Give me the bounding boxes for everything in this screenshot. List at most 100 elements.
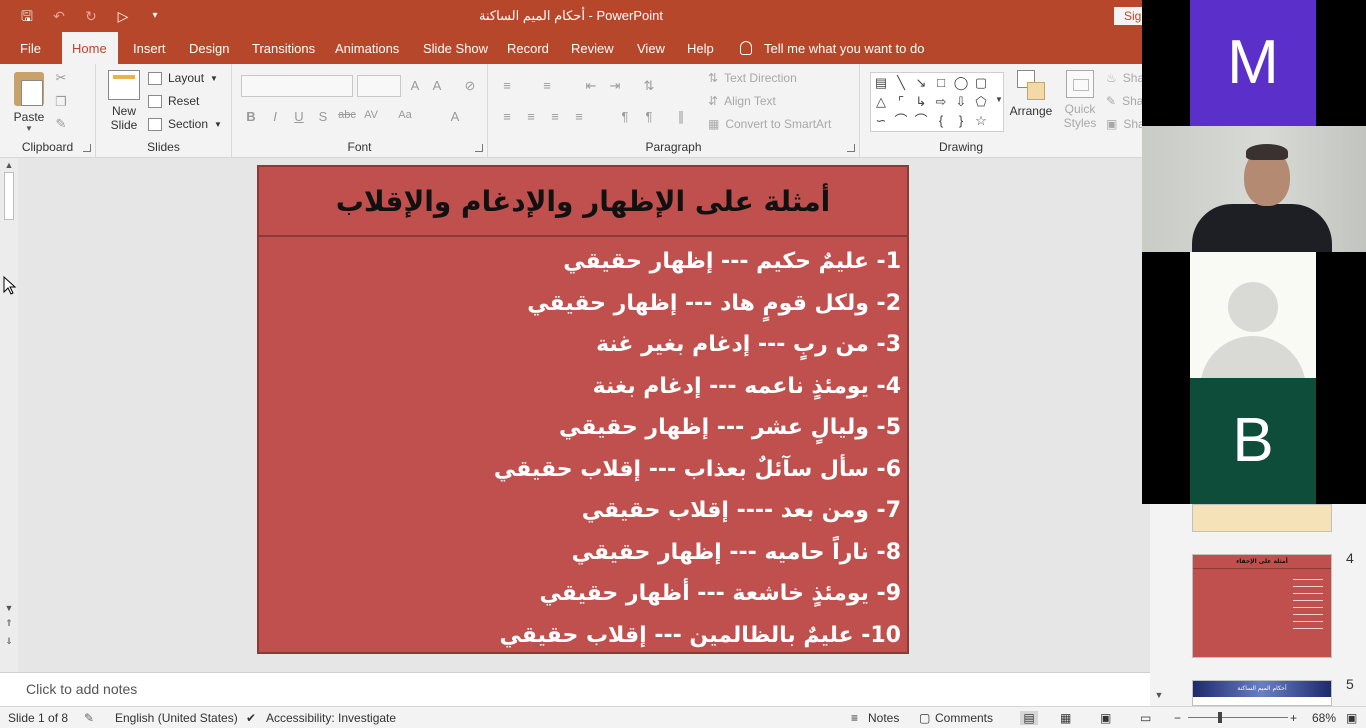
ltr-icon[interactable]: ¶ [616,109,634,124]
paste-button[interactable]: Paste ▼ [12,72,46,133]
connector-shape-icon[interactable]: ⌜ [893,95,909,109]
next-slide-icon[interactable]: ⇓ [2,636,16,647]
language-indicator[interactable]: English (United States) [115,711,238,725]
italic-icon[interactable]: I [266,109,284,124]
tab-file[interactable]: File [10,32,51,64]
oval-shape-icon[interactable]: ◯ [953,76,969,90]
bold-icon[interactable]: B [242,109,260,124]
align-center-icon[interactable]: ≡ [522,109,540,124]
strikethrough-icon[interactable]: abc [338,109,356,121]
font-launcher-icon[interactable] [475,144,483,152]
triangle-shape-icon[interactable]: △ [873,95,889,109]
shape-fill-button[interactable]: ♨ Sha [1106,71,1144,85]
slide-thumbnail-5[interactable]: أحكام الميم الساكنة [1192,680,1332,706]
underline-icon[interactable]: U [290,109,308,124]
curve-shape-icon[interactable]: ⌒ [893,114,909,128]
brace-left-shape-icon[interactable]: { [933,114,949,128]
scrollbar-thumb[interactable] [4,172,14,220]
shape-effects-button[interactable]: ▣ Sha [1106,117,1145,131]
left-scrollbar[interactable]: ▲ [2,160,16,640]
font-name-combo[interactable] [241,75,353,97]
columns-icon[interactable]: ∥ [672,109,690,125]
line-shape-icon[interactable]: ╲ [893,76,909,90]
normal-view-icon[interactable]: ▤ [1020,711,1038,725]
font-color-icon[interactable]: A [446,109,464,124]
tab-record[interactable]: Record [497,32,559,64]
freeform-shape-icon[interactable]: ∽ [873,114,889,128]
shadow-icon[interactable]: S [314,109,332,124]
participant-tile-b[interactable]: B [1190,378,1316,504]
fit-to-window-icon[interactable]: ▣ [1346,711,1357,725]
accessibility-status[interactable]: Accessibility: Investigate [266,711,396,725]
clear-formatting-icon[interactable]: ⊘ [461,78,479,94]
tab-review[interactable]: Review [561,32,624,64]
reset-button[interactable]: Reset [148,94,199,108]
shape-outline-button[interactable]: ✎ Sha [1106,94,1143,108]
quick-styles-button[interactable]: Quick Styles [1060,70,1100,130]
slide-thumbnail-3[interactable] [1192,504,1332,532]
align-text-button[interactable]: ⇵ Align Text [708,94,776,108]
participant-avatar-tile[interactable] [1190,252,1316,378]
copy-icon[interactable]: ❐ [52,94,70,110]
zoom-slider-knob[interactable] [1218,712,1222,723]
participant-camera-tile[interactable] [1142,126,1366,252]
align-left-icon[interactable]: ≡ [498,109,516,124]
reading-view-icon[interactable]: ▣ [1100,711,1111,725]
layout-button[interactable]: Layout ▼ [148,71,218,85]
right-arrow-shape-icon[interactable]: ⇨ [933,95,949,109]
star-shape-icon[interactable]: ☆ [973,114,989,128]
character-spacing-icon[interactable]: AV [362,109,380,121]
new-slide-button[interactable]: New Slide [106,70,142,132]
convert-smartart-button[interactable]: ▦ Convert to SmartArt [708,117,831,131]
scroll-down-icon[interactable]: ▼ [2,603,16,613]
scroll-up-icon[interactable]: ▲ [2,160,16,170]
line-spacing-icon[interactable]: ⇅ [640,78,658,94]
brace-right-shape-icon[interactable]: } [953,114,969,128]
increase-font-icon[interactable]: A [406,78,424,93]
notes-pane[interactable]: Click to add notes [0,672,1150,706]
zoom-slider-track[interactable] [1188,717,1288,718]
textbox-shape-icon[interactable]: ▤ [873,76,889,90]
tab-home[interactable]: Home [62,32,118,64]
arrow-shape-icon[interactable]: ↘ [913,76,929,90]
previous-slide-icon[interactable]: ⇑ [2,618,16,629]
tab-transitions[interactable]: Transitions [242,32,325,64]
format-painter-icon[interactable]: ✎ [52,116,70,132]
rounded-rect-shape-icon[interactable]: ▢ [973,76,989,90]
slide-sorter-icon[interactable]: ▦ [1060,711,1071,725]
tab-view[interactable]: View [627,32,675,64]
participant-tile-m[interactable]: M [1190,0,1316,126]
tab-help[interactable]: Help [677,32,724,64]
shapes-gallery[interactable]: ▤ ╲ ↘ □ ◯ ▢ △ ⌜ ↳ ⇨ ⇩ ⬠ ∽ ⌒ ⌒ { } ☆ ▼ [870,72,1004,132]
slide-thumbnail-4[interactable]: أمثلة على الإخفاء [1192,554,1332,658]
zoom-in-icon[interactable]: + [1290,711,1297,725]
spell-check-icon[interactable]: ✎ [84,711,94,725]
scroll-down-icon[interactable]: ▼ [1152,690,1166,700]
paragraph-launcher-icon[interactable] [847,144,855,152]
tell-me-search[interactable]: Tell me what you want to do [740,32,924,64]
sign-in-button[interactable]: Sig [1114,7,1142,25]
clipboard-launcher-icon[interactable] [83,144,91,152]
slide-body[interactable]: 1- عليمٌ حكيم --- إظهار حقيقي 2- ولكل قو… [281,241,901,656]
comments-icon[interactable]: ▢ [919,711,930,725]
pentagon-shape-icon[interactable]: ⬠ [973,95,989,109]
notes-placeholder[interactable]: Click to add notes [26,681,137,697]
bullets-icon[interactable]: ≡ [498,78,516,93]
zoom-out-icon[interactable]: − [1174,711,1181,725]
slideshow-view-icon[interactable]: ▭ [1140,711,1151,725]
tab-design[interactable]: Design [179,32,239,64]
section-button[interactable]: Section ▼ [148,117,222,131]
cut-icon[interactable]: ✂ [52,70,70,86]
font-size-combo[interactable] [357,75,401,97]
down-arrow-shape-icon[interactable]: ⇩ [953,95,969,109]
accessibility-icon[interactable]: ✔ [246,711,256,725]
elbow-shape-icon[interactable]: ↳ [913,95,929,109]
numbering-icon[interactable]: ≡ [538,78,556,93]
gallery-more-icon[interactable]: ▼ [991,93,1007,107]
comments-button[interactable]: Comments [935,711,993,725]
arc-shape-icon[interactable]: ⌒ [913,114,929,128]
notes-button[interactable]: Notes [868,711,899,725]
change-case-icon[interactable]: Aa [396,109,414,121]
notes-icon[interactable]: ≡ [851,711,858,725]
decrease-indent-icon[interactable]: ⇤ [582,78,600,94]
